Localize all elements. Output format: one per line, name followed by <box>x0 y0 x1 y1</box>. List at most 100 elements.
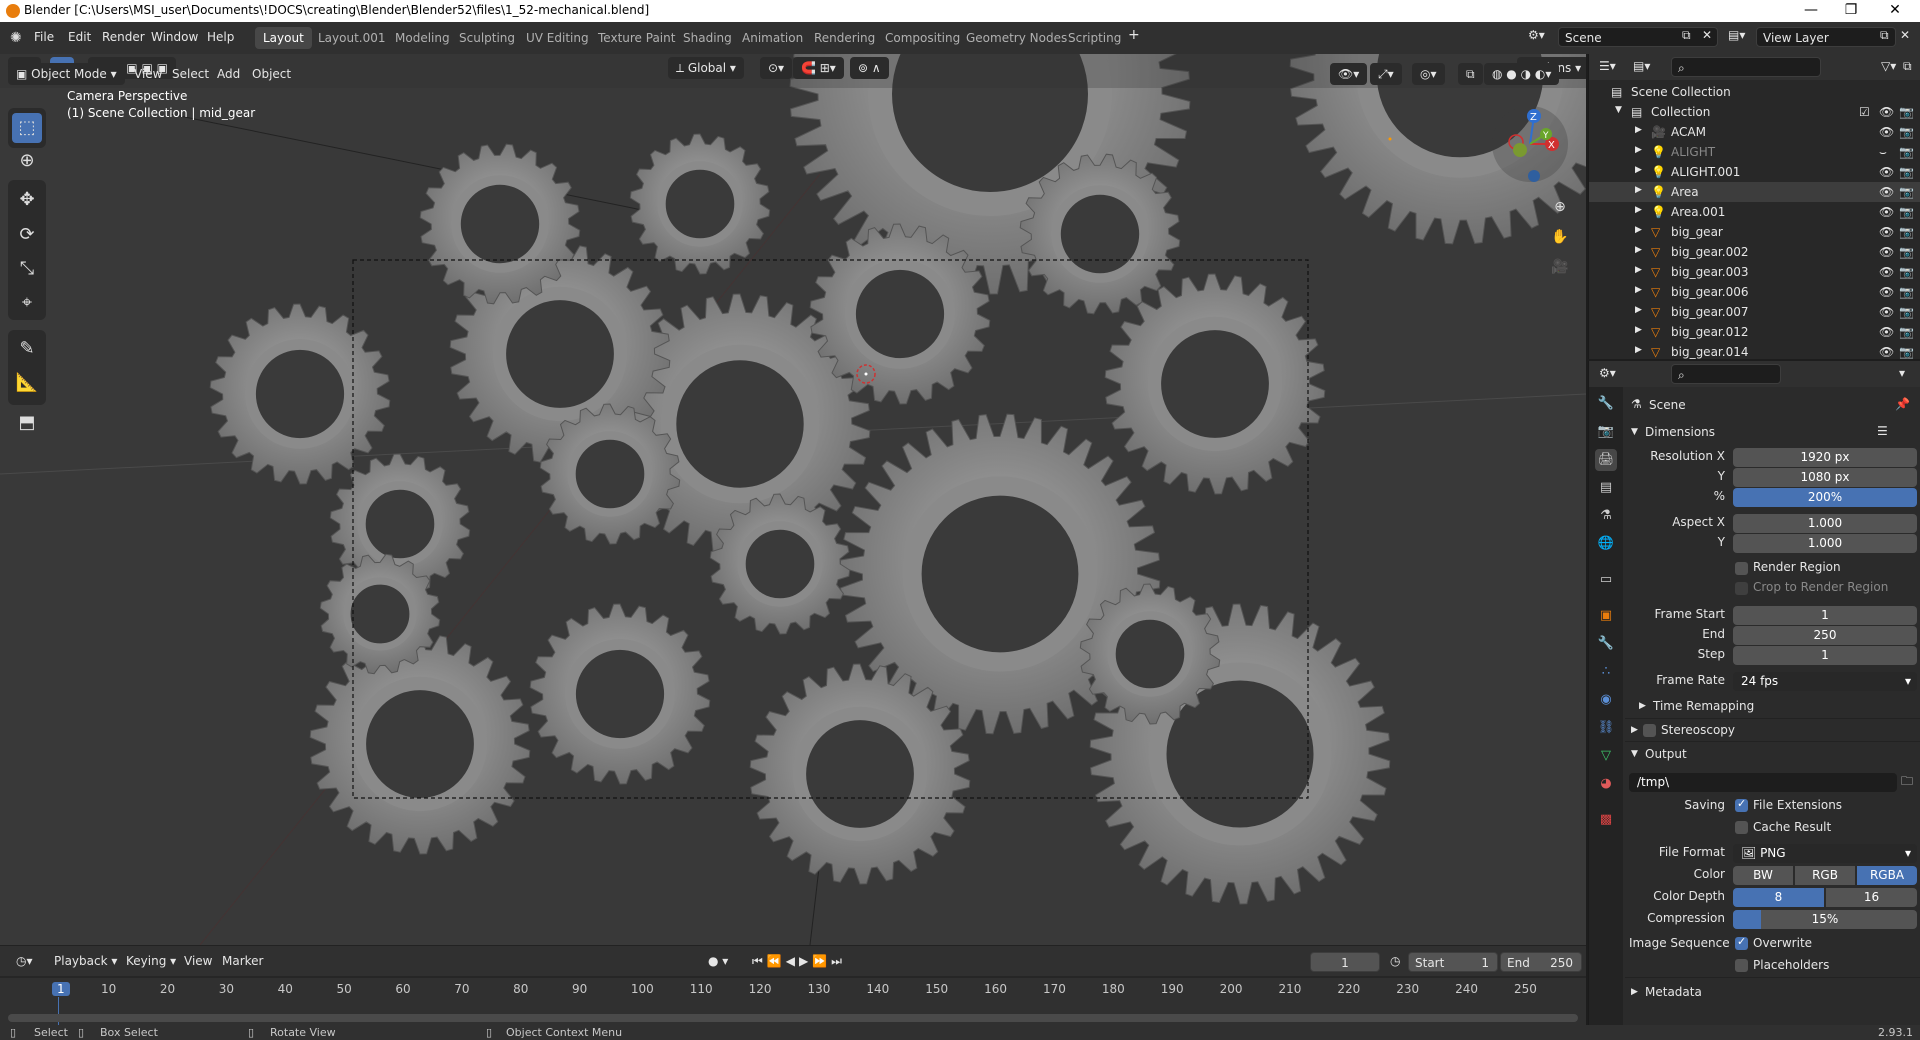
output-expand-icon[interactable]: ▼ <box>1631 749 1638 759</box>
tab-geometry-nodes[interactable]: Geometry Nodes <box>958 27 1075 49</box>
playback-controls-icons[interactable]: ⏮⏪◀▶⏩⏭ <box>744 950 854 972</box>
select-box-tool-icon[interactable]: ⬚ <box>12 113 42 143</box>
outliner-row[interactable]: ▶ 💡 Area 👁 📷 <box>1589 182 1920 202</box>
expand-arrow-icon[interactable]: ▶ <box>1635 245 1642 255</box>
output-tab-icon[interactable]: 🖨 <box>1595 449 1617 471</box>
blender-menu-icon[interactable]: ✺ <box>10 30 22 46</box>
metadata-expand-icon[interactable]: ▶ <box>1631 987 1638 997</box>
delete-scene-icon[interactable]: ✕ <box>1702 28 1712 42</box>
visibility-eye-icon[interactable]: 👁 <box>1879 265 1894 279</box>
folder-browse-icon[interactable]: 🗀 <box>1901 772 1913 793</box>
menu-help[interactable]: Help <box>207 30 234 44</box>
render-camera-icon[interactable]: 📷 <box>1899 285 1914 299</box>
viewlayer-selector[interactable]: View Layer <box>1756 27 1896 47</box>
color-depth-8-button[interactable]: 8 <box>1733 888 1824 907</box>
expand-arrow-icon[interactable]: ▶ <box>1635 225 1642 235</box>
visibility-eye-icon[interactable]: 👁 <box>1879 205 1894 219</box>
record-keyframe-icon[interactable]: ● ▾ <box>700 950 736 972</box>
timeline-scrollbar[interactable] <box>8 1014 1578 1022</box>
new-viewlayer-icon[interactable]: ⧉ <box>1880 28 1889 43</box>
outliner-row[interactable]: ▶ ▽ big_gear.003 👁 📷 <box>1589 262 1920 282</box>
scale-tool-icon[interactable]: ⤡ <box>12 254 42 284</box>
expand-arrow-icon[interactable]: ▶ <box>1635 325 1642 335</box>
resolution-y-field[interactable]: 1080 px <box>1733 468 1917 487</box>
tab-layout-001[interactable]: Layout.001 <box>310 27 394 49</box>
outliner-editor-type-icon[interactable]: ☰▾ <box>1599 59 1616 73</box>
outliner-search-input[interactable]: ⌕ <box>1671 57 1821 77</box>
expand-arrow-icon[interactable]: ▶ <box>1635 285 1642 295</box>
tab-rendering[interactable]: Rendering <box>806 27 883 49</box>
presets-icon[interactable]: ☰ <box>1877 424 1888 438</box>
render-region-checkbox[interactable] <box>1735 562 1748 575</box>
outliner-row[interactable]: ▶ ▽ big_gear.014 👁 📷 <box>1589 342 1920 362</box>
tab-scripting[interactable]: Scripting <box>1060 27 1129 49</box>
visibility-eye-icon[interactable]: 👁 <box>1879 165 1894 179</box>
render-camera-icon[interactable]: 📷 <box>1899 185 1914 199</box>
filter-icon[interactable]: ▽▾ <box>1881 59 1896 73</box>
annotate-tool-icon[interactable]: ✎ <box>12 334 42 364</box>
measure-tool-icon[interactable]: 📐 <box>12 368 42 398</box>
particles-tab-icon[interactable]: ∴ <box>1595 661 1617 683</box>
expand-arrow-icon[interactable]: ▶ <box>1635 205 1642 215</box>
timeline-editor[interactable]: ◷▾ Playback ▾ Keying ▾ View Marker ● ▾ ⏮… <box>0 945 1586 1027</box>
scene-type-icon[interactable]: ⚙▾ <box>1528 28 1545 42</box>
gizmo-toggle-icon[interactable]: ⤢▾ <box>1370 63 1402 85</box>
color-rgba-button[interactable]: RGBA <box>1857 866 1917 885</box>
outliner-row[interactable]: ▶ ▽ big_gear.006 👁 📷 <box>1589 282 1920 302</box>
outliner-row[interactable]: ▶ 💡 Area.001 👁 📷 <box>1589 202 1920 222</box>
output-header[interactable]: Output <box>1645 747 1687 761</box>
preview-range-icon[interactable]: ◷ <box>1390 954 1400 968</box>
frame-step-field[interactable]: 1 <box>1733 646 1917 665</box>
menu-window[interactable]: Window <box>151 30 198 44</box>
shading-modes-icons[interactable]: ◍ ● ◑ ◐▾ <box>1484 63 1560 85</box>
render-camera-icon[interactable]: 📷 <box>1899 305 1914 319</box>
menu-file[interactable]: File <box>34 30 54 44</box>
display-mode-icon[interactable]: ▤▾ <box>1633 59 1650 73</box>
tab-texture-paint[interactable]: Texture Paint <box>590 27 683 49</box>
navigation-gizmo[interactable]: Z X Y <box>1490 104 1570 189</box>
visibility-eye-icon[interactable]: ⌣ <box>1879 145 1887 160</box>
render-tab-icon[interactable]: 📷 <box>1595 421 1617 443</box>
pivot-point-icon[interactable]: ⊙▾ <box>760 57 793 79</box>
visibility-eye-icon[interactable]: 👁 <box>1879 325 1894 339</box>
stereoscopy-expand-icon[interactable]: ▶ <box>1631 725 1638 735</box>
end-frame-field[interactable]: End 250 <box>1500 952 1582 972</box>
properties-search-input[interactable]: ⌕ <box>1671 364 1781 384</box>
expand-arrow-icon[interactable]: ▶ <box>1635 125 1642 135</box>
visibility-eye-icon[interactable]: 👁 <box>1879 125 1894 139</box>
outliner-row[interactable]: ▶ ▽ big_gear.007 👁 📷 <box>1589 302 1920 322</box>
aspect-y-field[interactable]: 1.000 <box>1733 534 1917 553</box>
object-tab-icon[interactable]: ▣ <box>1595 605 1617 627</box>
texture-tab-icon[interactable]: ▩ <box>1595 809 1617 831</box>
camera-view-icon[interactable]: 🎥 <box>1545 252 1575 282</box>
timeline-editor-type-icon[interactable]: ◷▾ <box>8 950 41 972</box>
visibility-icon[interactable]: 👁▾ <box>1330 63 1368 85</box>
outliner-row[interactable]: ▶ ▽ big_gear.012 👁 📷 <box>1589 322 1920 342</box>
tab-uv-editing[interactable]: UV Editing <box>518 27 597 49</box>
scene-tab-icon[interactable]: ⚗ <box>1595 505 1617 527</box>
resolution-percent-field[interactable]: 200% <box>1733 488 1917 507</box>
expand-arrow-icon[interactable]: ▶ <box>1635 345 1642 355</box>
properties-editor-type-icon[interactable]: ⚙▾ <box>1599 366 1616 380</box>
tab-shading[interactable]: Shading <box>675 27 740 49</box>
properties-panel[interactable]: ⚙▾ ⌕ ▾ 🔧 📷 🖨 ▤ ⚗ 🌐 ▭ ▣ 🔧 ∴ ◉ ⛓ ▽ ◕ ▩ ⚗ S… <box>1588 361 1920 1025</box>
visibility-eye-icon[interactable]: 👁 <box>1879 185 1894 199</box>
expand-arrow-icon[interactable]: ▶ <box>1635 265 1642 275</box>
menu-render[interactable]: Render <box>102 30 145 44</box>
outliner-row[interactable]: ▶ 💡 ALIGHT.001 👁 📷 <box>1589 162 1920 182</box>
outliner-row[interactable]: ▶ ▽ big_gear 👁 📷 <box>1589 222 1920 242</box>
color-rgb-button[interactable]: RGB <box>1795 866 1855 885</box>
visibility-eye-icon[interactable]: 👁 <box>1879 305 1894 319</box>
tool-tab-icon[interactable]: 🔧 <box>1595 393 1617 415</box>
resolution-x-field[interactable]: 1920 px <box>1733 448 1917 467</box>
cache-result-checkbox[interactable] <box>1735 821 1748 834</box>
overlay-toggle-icon[interactable]: ◎▾ <box>1412 63 1445 85</box>
scene-selector[interactable]: Scene <box>1558 27 1718 47</box>
render-camera-icon[interactable]: 📷 <box>1899 105 1914 119</box>
pin-icon[interactable]: 📌 <box>1895 397 1910 411</box>
add-cube-tool-icon[interactable]: ⬒ <box>12 408 42 438</box>
visibility-eye-icon[interactable]: 👁 <box>1879 245 1894 259</box>
proportional-edit-icon[interactable]: ⊚ ∧ <box>850 57 889 79</box>
view-layer-tab-icon[interactable]: ▤ <box>1595 477 1617 499</box>
render-camera-icon[interactable]: 📷 <box>1899 245 1914 259</box>
